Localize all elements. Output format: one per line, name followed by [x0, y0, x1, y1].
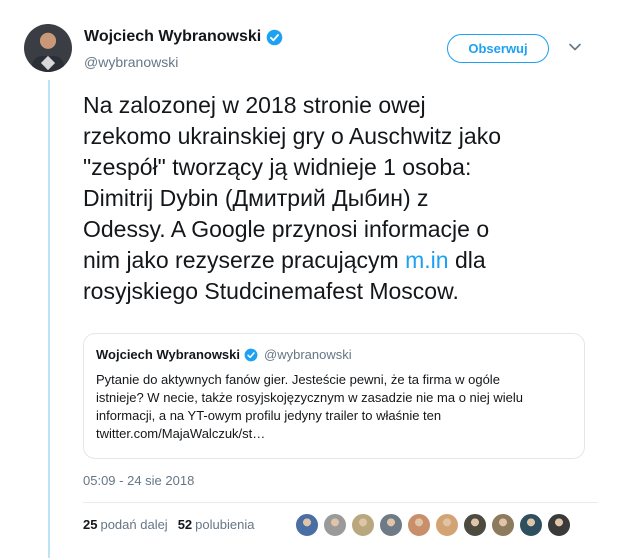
liker-avatar[interactable]: [407, 513, 431, 537]
quote-line: twitter.com/MajaWalczuk/st…: [96, 426, 266, 441]
liker-avatars: [295, 513, 571, 537]
liker-avatar[interactable]: [519, 513, 543, 537]
tweet-line-with-link: nim jako rezyserze pracującym m.in dla: [83, 245, 598, 276]
liker-avatar[interactable]: [379, 513, 403, 537]
tweet-line: Na zalozonej w 2018 stronie owej: [83, 92, 426, 118]
follow-button[interactable]: Obserwuj: [447, 34, 549, 63]
retweets-label: podań dalej: [100, 517, 168, 532]
liker-avatar[interactable]: [547, 513, 571, 537]
liker-avatar[interactable]: [323, 513, 347, 537]
thread-line: [48, 80, 50, 558]
user-handle[interactable]: @wybranowski: [84, 54, 178, 70]
quote-line: istnieje? W necie, także rosyjskojęzyczn…: [96, 390, 524, 405]
quote-text: Pytanie do aktywnych fanów gier. Jesteśc…: [96, 371, 576, 443]
tweet-line: rzekomo ukrainskiej gry o Auschwitz jako: [83, 123, 501, 149]
quote-header: Wojciech Wybranowski @wybranowski: [96, 347, 352, 362]
tweet-text: Na zalozonej w 2018 stronie owej rzekomo…: [83, 90, 598, 307]
verified-badge-icon: [244, 348, 258, 361]
divider: [83, 502, 598, 503]
retweets-stat[interactable]: 25 podań dalej: [83, 517, 168, 532]
quote-line: Pytanie do aktywnych fanów gier. Jesteśc…: [96, 372, 500, 387]
liker-avatar[interactable]: [463, 513, 487, 537]
tweet-line: "zespół" tworzący ją widnieje 1 osoba:: [83, 154, 472, 180]
tweet-text-segment: nim jako rezyserze pracującym: [83, 247, 406, 273]
user-name-row[interactable]: Wojciech Wybranowski: [84, 28, 283, 46]
chevron-down-icon[interactable]: [568, 40, 582, 54]
quoted-tweet-card[interactable]: Wojciech Wybranowski @wybranowski Pytani…: [83, 333, 585, 459]
likes-label: polubienia: [195, 517, 255, 532]
liker-avatar[interactable]: [491, 513, 515, 537]
tweet-line: Odessy. A Google przynosi informacje o: [83, 216, 490, 242]
tweet-link[interactable]: m.in: [405, 247, 448, 273]
verified-badge-icon: [266, 29, 283, 45]
quote-user-name: Wojciech Wybranowski: [96, 347, 241, 362]
likes-count: 52: [177, 517, 193, 532]
likes-stat[interactable]: 52 polubienia: [178, 517, 255, 532]
tweet-text-segment: dla: [448, 247, 486, 273]
avatar[interactable]: [24, 24, 72, 72]
tweet-stats: 25 podań dalej 52 polubienia: [83, 517, 254, 532]
quote-user-handle: @wybranowski: [264, 347, 352, 362]
liker-avatar[interactable]: [295, 513, 319, 537]
liker-avatar[interactable]: [435, 513, 459, 537]
tweet-line: Dimitrij Dybin (Дмитрий Дыбин) z: [83, 185, 429, 211]
liker-avatar[interactable]: [351, 513, 375, 537]
retweets-count: 25: [83, 517, 98, 532]
quote-line: informacji, a na YT-owym profilu jedyny …: [96, 408, 442, 423]
user-name[interactable]: Wojciech Wybranowski: [84, 28, 261, 46]
tweet-timestamp[interactable]: 05:09 - 24 sie 2018: [83, 473, 194, 488]
tweet-line: rosyjskiego Studcinemafest Moscow.: [83, 278, 459, 304]
